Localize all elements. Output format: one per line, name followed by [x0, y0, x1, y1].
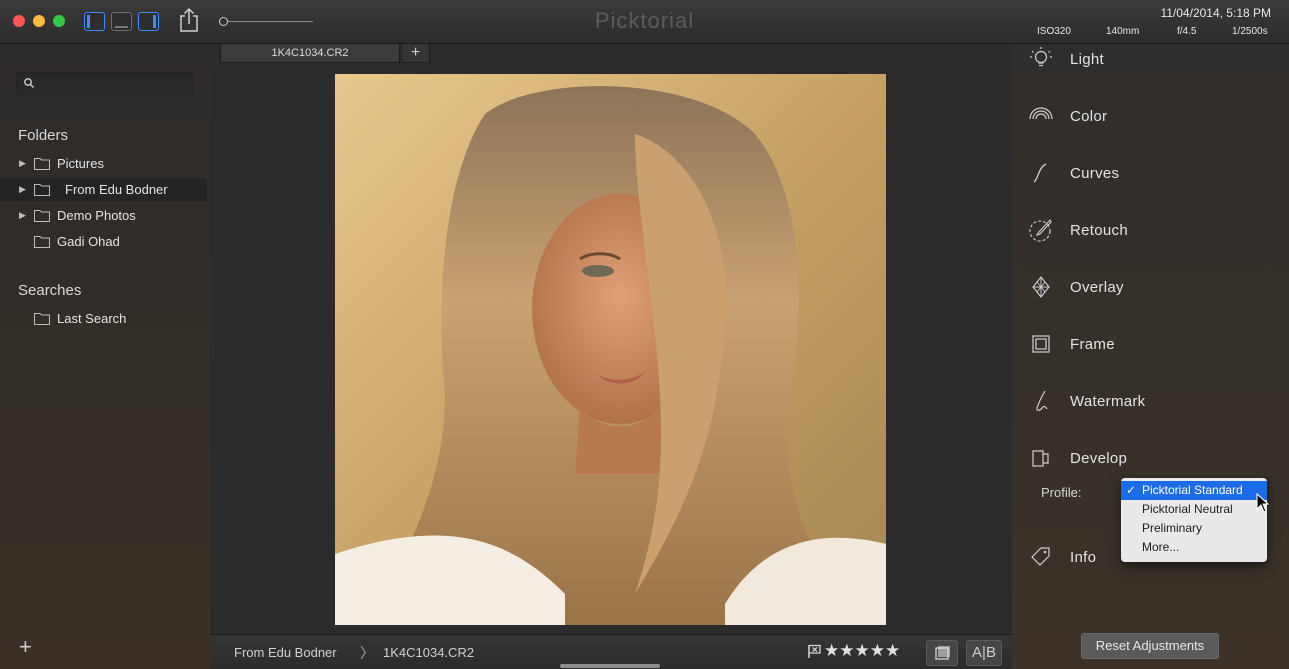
folder-label: Pictures	[57, 156, 104, 171]
breadcrumb-separator: 〉	[360, 645, 374, 661]
tool-frame[interactable]: Frame	[1012, 329, 1289, 359]
profile-option-more[interactable]: More...	[1121, 538, 1267, 557]
tool-color[interactable]: Color	[1012, 101, 1289, 131]
searches-heading: Searches	[18, 282, 82, 299]
folder-icon	[34, 184, 50, 196]
breadcrumb-file[interactable]: 1K4C1034.CR2	[383, 645, 474, 660]
folder-item-pictures[interactable]: ▶ Pictures	[0, 153, 207, 175]
tool-label: Watermark	[1070, 393, 1146, 410]
tool-light[interactable]: Light	[1012, 44, 1289, 74]
star-rating[interactable]: ★★★★★	[824, 641, 900, 661]
adjustments-panel: Light Color Curves Retouch Overlay Frame…	[1012, 44, 1289, 669]
disclosure-arrow-icon[interactable]: ▶	[19, 158, 26, 169]
folder-item-demo-photos[interactable]: ▶ Demo Photos	[0, 205, 207, 227]
tool-label: Overlay	[1070, 279, 1124, 296]
disclosure-arrow-icon[interactable]: ▶	[19, 184, 26, 195]
iso-value: ISO320	[1037, 26, 1071, 37]
image-viewer: 1K4C1034.CR2 + From Edu Bodner 〉 1K4C103…	[210, 44, 1012, 669]
profile-option-preliminary[interactable]: Preliminary	[1121, 519, 1267, 538]
add-tab-button[interactable]: +	[401, 44, 430, 63]
photo-date: 11/04/2014, 5:18 PM	[1160, 6, 1271, 20]
tab-image[interactable]: 1K4C1034.CR2	[220, 44, 400, 63]
ab-compare-button[interactable]: A|B	[966, 640, 1002, 666]
folder-label: Demo Photos	[57, 208, 136, 223]
search-item-label: Last Search	[57, 311, 127, 326]
profile-label: Profile:	[1041, 485, 1082, 500]
rainbow-icon	[1029, 107, 1053, 120]
horizontal-scroll-indicator[interactable]	[560, 664, 660, 668]
folder-label: From Edu Bodner	[65, 182, 168, 197]
profile-option-picktorial-neutral[interactable]: Picktorial Neutral	[1121, 500, 1267, 519]
profile-option-label: Picktorial Neutral	[1142, 502, 1233, 516]
tool-develop[interactable]: Develop	[1012, 443, 1289, 473]
folder-icon	[34, 210, 50, 222]
reject-flag-icon[interactable]	[807, 644, 822, 659]
checkmark-icon: ✓	[1126, 483, 1137, 497]
frame-icon	[1032, 335, 1050, 353]
folder-item-from-edu-bodner[interactable]: ▶ From Edu Bodner	[0, 179, 207, 201]
tool-label: Color	[1070, 108, 1108, 125]
compare-original-button[interactable]	[926, 640, 958, 666]
tool-overlay[interactable]: Overlay	[1012, 272, 1289, 302]
folder-item-gadi-ohad[interactable]: Gadi Ohad	[0, 231, 207, 253]
tool-watermark[interactable]: Watermark	[1012, 386, 1289, 416]
tool-label: Retouch	[1070, 222, 1128, 239]
tool-retouch[interactable]: Retouch	[1012, 215, 1289, 245]
folder-label: Gadi Ohad	[57, 234, 120, 249]
aperture-value: f/4.5	[1177, 26, 1197, 37]
search-field[interactable]	[16, 72, 194, 95]
compare-icon	[935, 646, 950, 660]
profile-dropdown-menu[interactable]: ✓ Picktorial Standard Picktorial Neutral…	[1121, 478, 1267, 562]
breadcrumb-folder[interactable]: From Edu Bodner	[234, 645, 337, 660]
disclosure-arrow-icon[interactable]: ▶	[19, 210, 26, 221]
search-item-last-search[interactable]: Last Search	[0, 308, 207, 330]
reset-adjustments-button[interactable]: Reset Adjustments	[1081, 633, 1219, 659]
search-input[interactable]	[39, 75, 189, 92]
folder-icon	[34, 236, 50, 248]
tool-label: Light	[1070, 51, 1105, 68]
left-sidebar: Folders ▶ Pictures ▶ From Edu Bodner ▶ D…	[0, 44, 210, 669]
tool-curves[interactable]: Curves	[1012, 158, 1289, 188]
tool-label: Info	[1070, 549, 1097, 566]
focal-length-value: 140mm	[1106, 26, 1140, 37]
search-icon	[24, 78, 35, 89]
title-bar: Picktorial 11/04/2014, 5:18 PM ISO320 14…	[0, 0, 1289, 44]
tag-icon	[1031, 547, 1050, 566]
curve-icon	[1033, 163, 1047, 183]
folder-icon	[34, 158, 50, 170]
tool-label: Frame	[1070, 336, 1115, 353]
shutter-value: 1/2500s	[1232, 26, 1268, 37]
profile-option-picktorial-standard[interactable]: ✓ Picktorial Standard	[1121, 481, 1267, 500]
photo-preview[interactable]	[335, 74, 886, 625]
tool-label: Curves	[1070, 165, 1120, 182]
brush-icon	[1029, 219, 1052, 242]
light-bulb-icon	[1030, 47, 1052, 67]
mouse-cursor-icon	[1256, 493, 1270, 513]
develop-icon	[1032, 450, 1049, 467]
tool-label: Develop	[1070, 450, 1128, 467]
profile-option-label: Picktorial Standard	[1142, 483, 1243, 497]
profile-option-label: Preliminary	[1142, 521, 1203, 535]
folder-icon	[34, 313, 50, 325]
profile-option-label: More...	[1142, 540, 1180, 554]
overlay-icon	[1032, 276, 1050, 298]
portrait-photo	[335, 74, 886, 625]
folders-heading: Folders	[18, 127, 69, 144]
app-title: Picktorial	[594, 8, 695, 33]
watermark-icon	[1036, 390, 1048, 411]
add-folder-button[interactable]: +	[19, 634, 32, 660]
